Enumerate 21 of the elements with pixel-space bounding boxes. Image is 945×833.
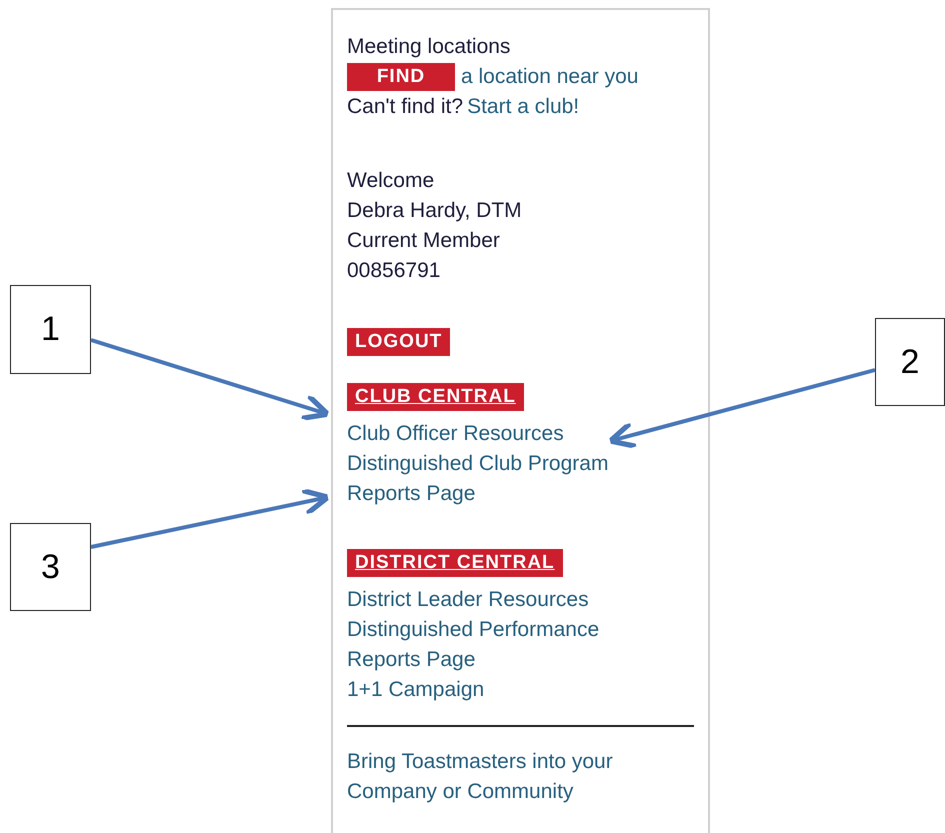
section-heading-link[interactable]: DISTRICT CENTRAL bbox=[347, 549, 563, 577]
callout-box: 1 bbox=[10, 285, 91, 374]
welcome-text: Current Member bbox=[347, 228, 501, 254]
find-button[interactable]: FIND bbox=[347, 63, 455, 91]
menu-link[interactable]: 1+1 Campaign bbox=[347, 675, 694, 705]
footer-link[interactable]: Bring Toastmasters into your Company or Community bbox=[347, 747, 694, 807]
welcome-text: Welcome bbox=[347, 168, 436, 194]
menu-link[interactable]: Club Officer Resources bbox=[347, 419, 694, 449]
location-link[interactable]: a location near you bbox=[461, 62, 638, 92]
menu-link[interactable]: Distinguished Performance Reports Page bbox=[347, 615, 694, 675]
callout-box: 3 bbox=[10, 523, 91, 611]
menu-link[interactable]: District Leader Resources bbox=[347, 585, 694, 615]
welcome-text: Debra Hardy, DTM bbox=[347, 198, 523, 224]
welcome-text: 00856791 bbox=[347, 258, 442, 284]
callout-box: 2 bbox=[875, 318, 945, 406]
prompt-text: Can't find it? bbox=[347, 94, 464, 120]
logout-button[interactable]: LOGOUT bbox=[347, 328, 450, 356]
start-club-link[interactable]: Start a club! bbox=[467, 92, 580, 122]
section-title: Meeting locations bbox=[347, 34, 512, 60]
section-heading-link[interactable]: CLUB CENTRAL bbox=[347, 383, 524, 411]
menu-link[interactable]: Distinguished Club Program Reports Page bbox=[347, 449, 694, 509]
